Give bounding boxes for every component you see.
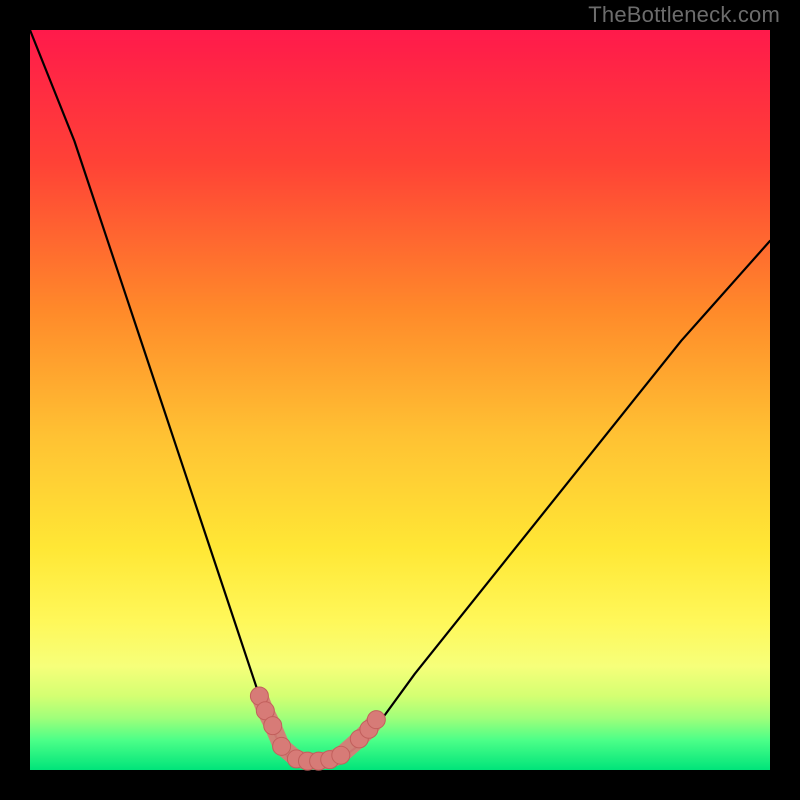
marker-point <box>264 717 282 735</box>
watermark-text: TheBottleneck.com <box>588 2 780 28</box>
marker-point <box>367 711 385 729</box>
chart-frame: TheBottleneck.com <box>0 0 800 800</box>
marker-point <box>332 746 350 764</box>
bottleneck-chart <box>0 0 800 800</box>
marker-point <box>273 737 291 755</box>
gradient-background <box>30 30 770 770</box>
